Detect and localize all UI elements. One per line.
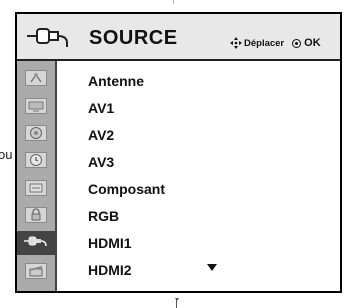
sidebar-item-component[interactable] xyxy=(17,176,55,200)
antenna-icon xyxy=(25,70,47,86)
scroll-down-arrow-icon[interactable] xyxy=(207,264,217,271)
ok-button-icon xyxy=(292,38,302,48)
menu-title: SOURCE xyxy=(89,27,178,49)
sidebar-item-input[interactable] xyxy=(17,231,55,255)
header-icon-box xyxy=(17,14,85,59)
plug-icon xyxy=(24,234,48,253)
list-item-composant[interactable]: Composant xyxy=(57,177,340,201)
menu-header: SOURCE Déplacer OK xyxy=(17,14,340,61)
stray-side-text: ou xyxy=(0,147,13,162)
nav-hints: Déplacer OK xyxy=(230,37,321,49)
list-item-antenne[interactable]: Antenne xyxy=(57,69,340,93)
hint-move-label: Déplacer xyxy=(244,37,285,49)
sidebar-item-clock[interactable] xyxy=(17,148,55,172)
sidebar-item-disc[interactable] xyxy=(17,121,55,145)
menu-sidebar xyxy=(17,61,57,291)
sidebar-item-clapper[interactable] xyxy=(17,259,55,283)
source-menu: SOURCE Déplacer OK Antenne AV1 AV2 AV3 C… xyxy=(15,12,342,293)
tv-icon xyxy=(25,98,47,114)
clapper-icon xyxy=(25,263,47,279)
hint-ok-label: OK xyxy=(304,37,321,49)
list-item-rgb[interactable]: RGB xyxy=(57,204,340,228)
sidebar-item-antenna[interactable] xyxy=(17,66,55,90)
list-item-av1[interactable]: AV1 xyxy=(57,96,340,120)
list-item-av2[interactable]: AV2 xyxy=(57,123,340,147)
lock-icon xyxy=(25,207,47,223)
component-icon xyxy=(25,180,47,196)
stray-line-top xyxy=(173,0,174,4)
input-plug-icon xyxy=(27,28,68,47)
list-item-hdmi1[interactable]: HDMI1 xyxy=(57,231,340,255)
navigate-arrows-icon xyxy=(230,37,242,49)
sidebar-item-lock[interactable] xyxy=(17,203,55,227)
list-item-av3[interactable]: AV3 xyxy=(57,150,340,174)
clock-icon xyxy=(25,152,47,168)
stray-arrow-bottom xyxy=(175,298,179,308)
sidebar-item-tv[interactable] xyxy=(17,94,55,118)
source-list: Antenne AV1 AV2 AV3 Composant RGB HDMI1 … xyxy=(57,61,340,291)
disc-icon xyxy=(25,125,47,141)
list-item-hdmi2[interactable]: HDMI2 xyxy=(57,258,340,282)
